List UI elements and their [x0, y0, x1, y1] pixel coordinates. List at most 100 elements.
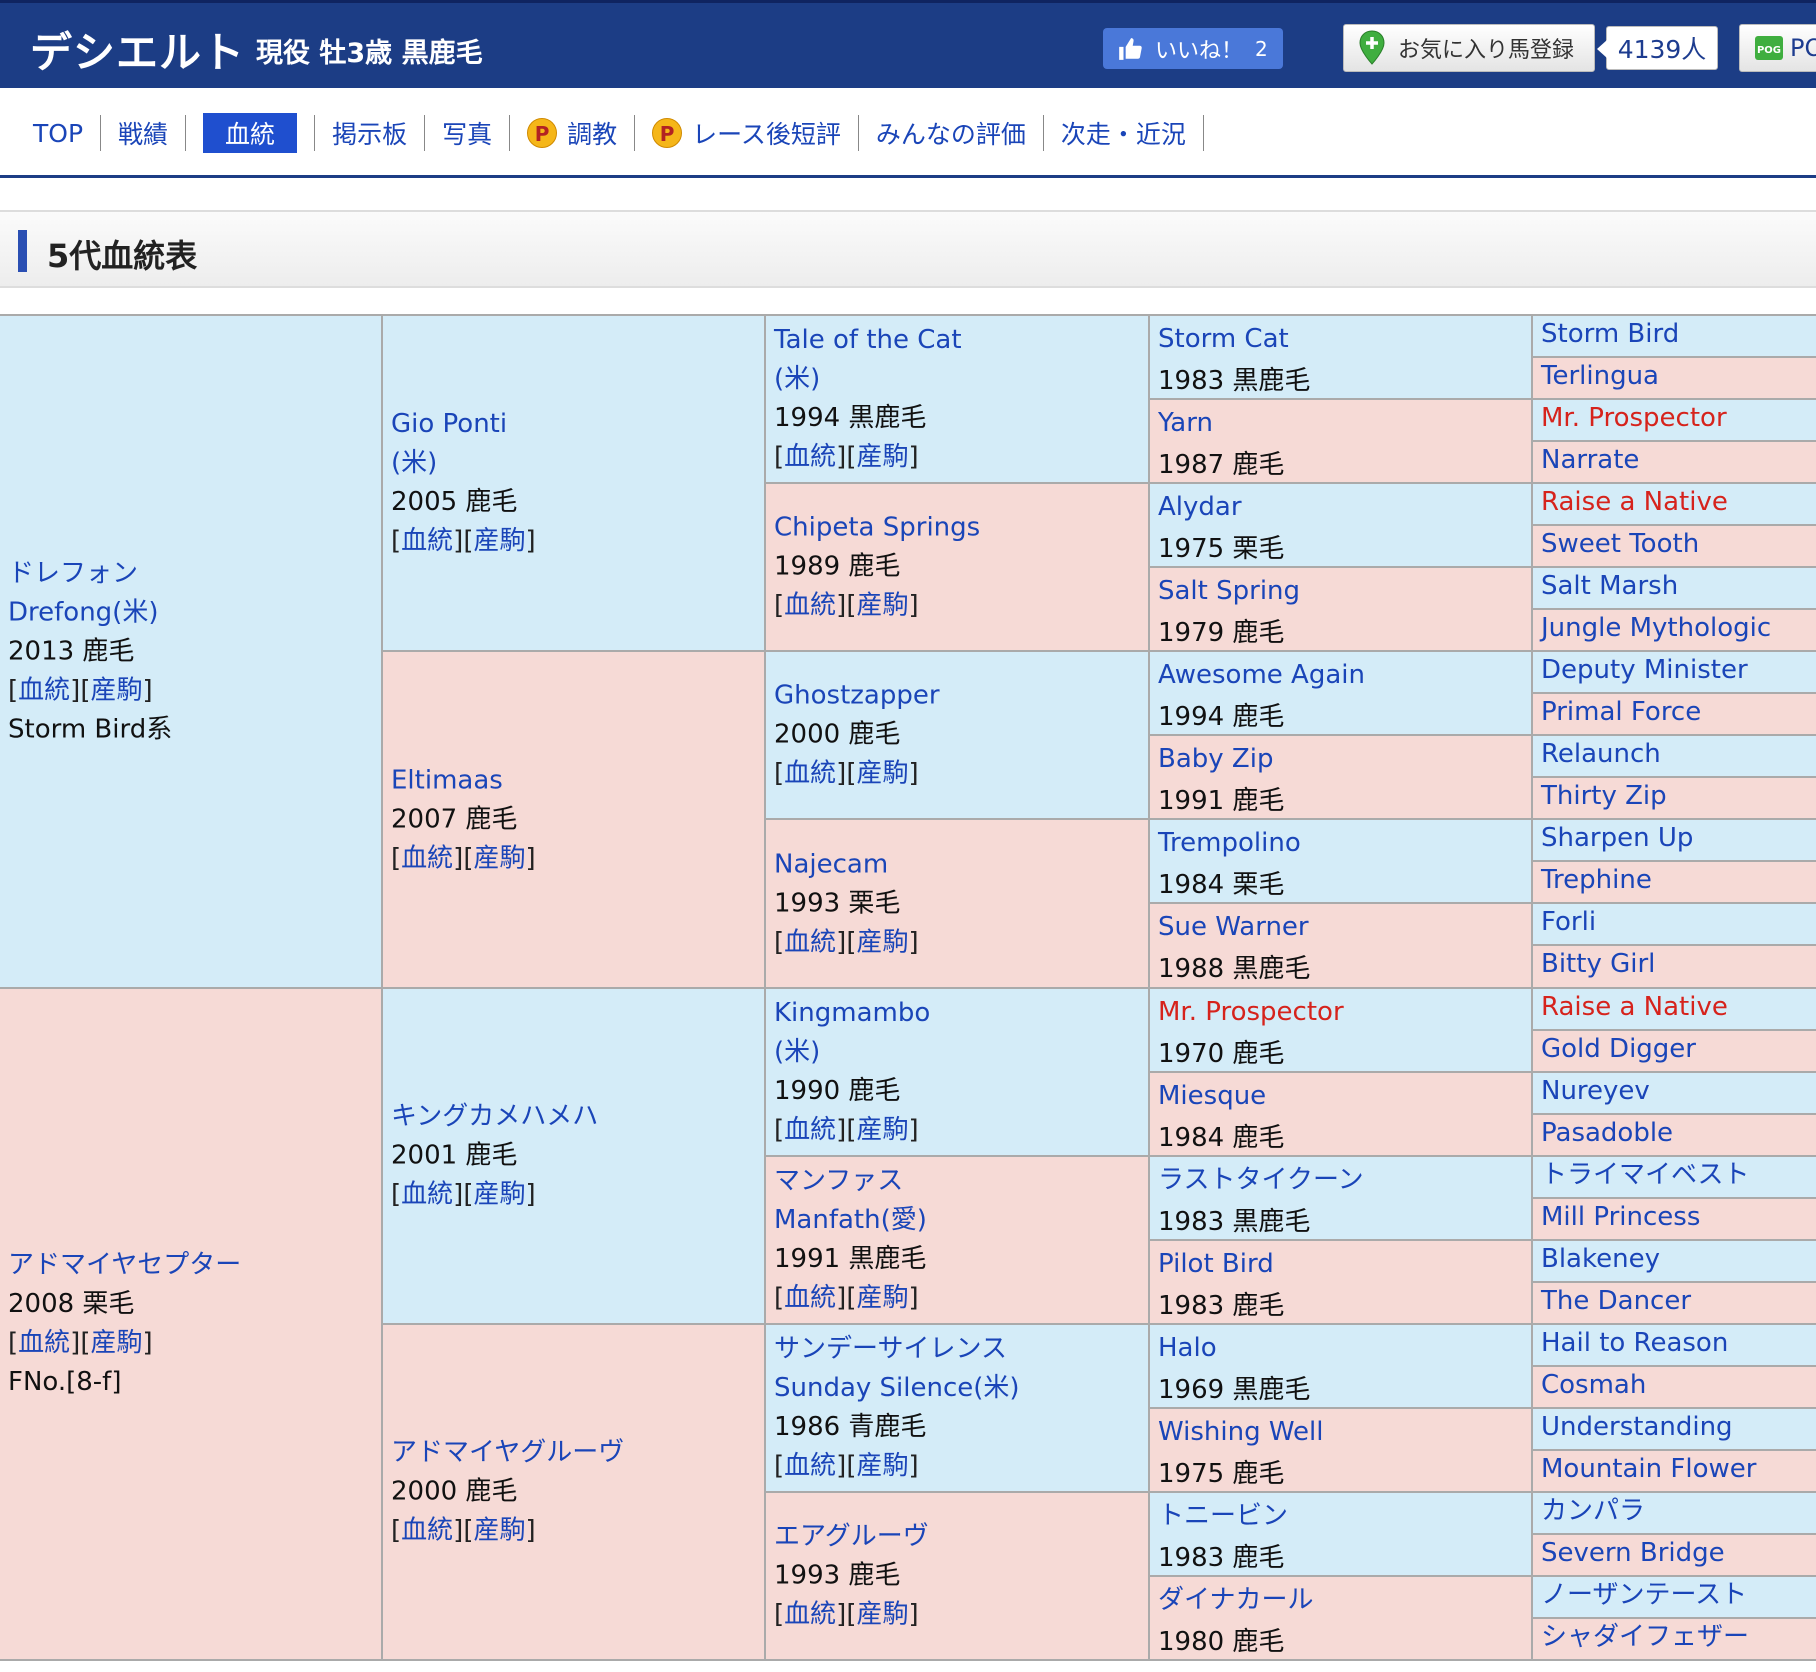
- horse-name-alt-link[interactable]: Manfath(愛): [774, 1201, 1142, 1240]
- horse-name-link[interactable]: Forli: [1541, 904, 1816, 942]
- horse-name-link[interactable]: Deputy Minister: [1541, 652, 1816, 690]
- offspring-link[interactable]: 産駒: [856, 759, 908, 789]
- pedigree-link[interactable]: 血統: [784, 927, 836, 957]
- horse-name-link[interactable]: Storm Bird: [1541, 316, 1816, 354]
- horse-name-link[interactable]: Pilot Bird: [1158, 1243, 1525, 1285]
- horse-name-link[interactable]: ダイナカール: [1158, 1579, 1525, 1621]
- horse-name-alt-link[interactable]: (米): [774, 360, 1142, 399]
- like-button[interactable]: いいね！ 2: [1103, 28, 1283, 69]
- horse-name-link[interactable]: Storm Cat: [1158, 318, 1525, 360]
- horse-name-link[interactable]: マンファス: [774, 1162, 1142, 1201]
- horse-name-link[interactable]: サンデーサイレンス: [774, 1330, 1142, 1369]
- nav-next-race[interactable]: 次走・近況: [1044, 115, 1204, 151]
- pedigree-link[interactable]: 血統: [401, 1516, 453, 1546]
- offspring-link[interactable]: 産駒: [856, 1600, 908, 1630]
- offspring-link[interactable]: 産駒: [90, 1328, 142, 1358]
- horse-name-link[interactable]: Gold Digger: [1541, 1031, 1816, 1069]
- horse-name-link[interactable]: Nureyev: [1541, 1073, 1816, 1111]
- nav-photos[interactable]: 写真: [425, 115, 511, 151]
- horse-name-link[interactable]: Alydar: [1158, 486, 1525, 528]
- horse-name-link[interactable]: Kingmambo: [774, 994, 1142, 1033]
- offspring-link[interactable]: 産駒: [856, 591, 908, 621]
- nav-top[interactable]: TOP: [16, 115, 102, 151]
- horse-name-link[interactable]: Terlingua: [1541, 358, 1816, 396]
- horse-name-link[interactable]: キングカメハメハ: [391, 1098, 758, 1137]
- horse-name-link[interactable]: Thirty Zip: [1541, 778, 1816, 816]
- horse-name-link[interactable]: Miesque: [1158, 1075, 1525, 1117]
- horse-name-link[interactable]: Trephine: [1541, 862, 1816, 900]
- horse-name-link[interactable]: Cosmah: [1541, 1367, 1816, 1405]
- offspring-link[interactable]: 産駒: [856, 927, 908, 957]
- horse-name-link[interactable]: Ghostzapper: [774, 677, 1142, 716]
- horse-name-link[interactable]: シャダイフェザー: [1541, 1619, 1816, 1657]
- favorite-register-button[interactable]: お気に入り馬登録: [1343, 24, 1595, 72]
- offspring-link[interactable]: 産駒: [473, 526, 525, 556]
- horse-name-alt-link[interactable]: Sunday Silence(米): [774, 1369, 1142, 1408]
- horse-name-link[interactable]: Severn Bridge: [1541, 1535, 1816, 1573]
- pedigree-link[interactable]: 血統: [784, 1283, 836, 1313]
- horse-name-link[interactable]: Mr. Prospector: [1541, 400, 1816, 438]
- pog-button[interactable]: POG PO: [1739, 24, 1816, 72]
- pedigree-link[interactable]: 血統: [784, 591, 836, 621]
- horse-name-link[interactable]: Sweet Tooth: [1541, 526, 1816, 564]
- pedigree-link[interactable]: 血統: [401, 526, 453, 556]
- horse-name-alt-link[interactable]: Drefong(米): [8, 593, 375, 632]
- pedigree-link[interactable]: 血統: [401, 843, 453, 873]
- horse-name-link[interactable]: トライマイベスト: [1541, 1157, 1816, 1195]
- offspring-link[interactable]: 産駒: [856, 1283, 908, 1313]
- horse-name-link[interactable]: ドレフォン: [8, 554, 375, 593]
- horse-name-link[interactable]: Mr. Prospector: [1158, 991, 1525, 1033]
- horse-name-link[interactable]: Sue Warner: [1158, 906, 1525, 948]
- horse-name-link[interactable]: Hail to Reason: [1541, 1325, 1816, 1363]
- horse-name-link[interactable]: Salt Marsh: [1541, 568, 1816, 606]
- horse-name-link[interactable]: Primal Force: [1541, 694, 1816, 732]
- horse-name-alt-link[interactable]: (米): [391, 444, 758, 483]
- offspring-link[interactable]: 産駒: [473, 843, 525, 873]
- nav-pedigree[interactable]: 血統: [186, 113, 316, 153]
- nav-results[interactable]: 戦績: [101, 115, 187, 151]
- pedigree-link[interactable]: 血統: [401, 1180, 453, 1210]
- pedigree-link[interactable]: 血統: [18, 675, 70, 705]
- horse-name-link[interactable]: Baby Zip: [1158, 738, 1525, 780]
- horse-name-link[interactable]: Pasadoble: [1541, 1115, 1816, 1153]
- offspring-link[interactable]: 産駒: [856, 1451, 908, 1481]
- horse-name-link[interactable]: トニービン: [1158, 1495, 1525, 1537]
- horse-name-link[interactable]: Trempolino: [1158, 822, 1525, 864]
- pedigree-link[interactable]: 血統: [784, 759, 836, 789]
- horse-name-link[interactable]: Sharpen Up: [1541, 820, 1816, 858]
- offspring-link[interactable]: 産駒: [90, 675, 142, 705]
- horse-name-link[interactable]: The Dancer: [1541, 1283, 1816, 1321]
- horse-name-link[interactable]: Relaunch: [1541, 736, 1816, 774]
- horse-name-link[interactable]: Chipeta Springs: [774, 509, 1142, 548]
- horse-name-link[interactable]: Raise a Native: [1541, 989, 1816, 1027]
- offspring-link[interactable]: 産駒: [473, 1516, 525, 1546]
- offspring-link[interactable]: 産駒: [473, 1180, 525, 1210]
- horse-name-link[interactable]: Narrate: [1541, 442, 1816, 480]
- horse-name-link[interactable]: Eltimaas: [391, 761, 758, 800]
- horse-name-link[interactable]: Understanding: [1541, 1409, 1816, 1447]
- horse-name-link[interactable]: Jungle Mythologic: [1541, 610, 1816, 648]
- pedigree-link[interactable]: 血統: [18, 1328, 70, 1358]
- nav-training[interactable]: P 調教: [510, 115, 636, 151]
- horse-name-link[interactable]: アドマイヤグルーヴ: [391, 1434, 758, 1473]
- horse-name-link[interactable]: Najecam: [774, 845, 1142, 884]
- horse-name-link[interactable]: Raise a Native: [1541, 484, 1816, 522]
- offspring-link[interactable]: 産駒: [856, 442, 908, 472]
- horse-name-link[interactable]: Mill Princess: [1541, 1199, 1816, 1237]
- horse-name-link[interactable]: Gio Ponti: [391, 405, 758, 444]
- horse-name-alt-link[interactable]: (米): [774, 1033, 1142, 1072]
- nav-race-comments[interactable]: P レース後短評: [635, 115, 859, 151]
- horse-name-link[interactable]: アドマイヤセプター: [8, 1246, 375, 1285]
- horse-name-link[interactable]: カンパラ: [1541, 1493, 1816, 1531]
- horse-name-link[interactable]: Halo: [1158, 1327, 1525, 1369]
- offspring-link[interactable]: 産駒: [856, 1115, 908, 1145]
- horse-name-link[interactable]: Bitty Girl: [1541, 946, 1816, 984]
- horse-name-link[interactable]: Wishing Well: [1158, 1411, 1525, 1453]
- pedigree-link[interactable]: 血統: [784, 1115, 836, 1145]
- horse-name-link[interactable]: エアグルーヴ: [774, 1518, 1142, 1557]
- horse-name-link[interactable]: Mountain Flower: [1541, 1451, 1816, 1489]
- horse-name-link[interactable]: ノーザンテースト: [1541, 1577, 1816, 1615]
- nav-ratings[interactable]: みんなの評価: [859, 115, 1044, 151]
- horse-name-link[interactable]: Awesome Again: [1158, 654, 1525, 696]
- pedigree-link[interactable]: 血統: [784, 1600, 836, 1630]
